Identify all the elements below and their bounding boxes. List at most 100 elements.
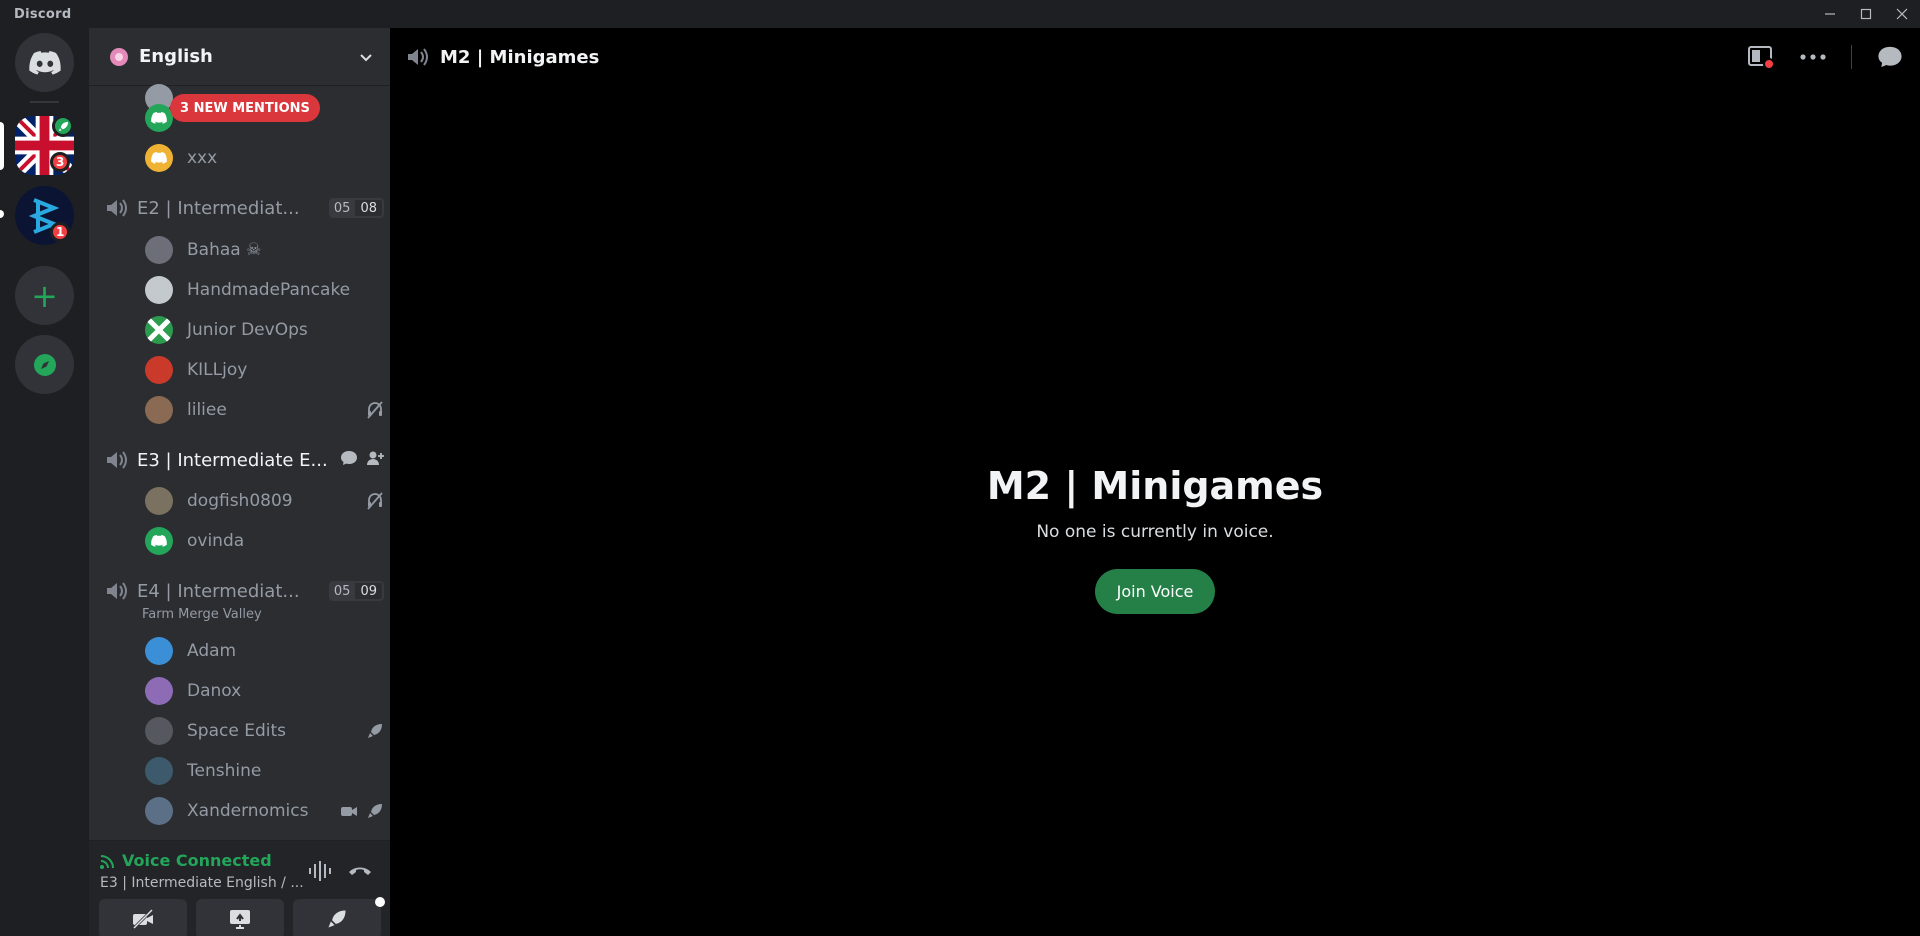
avatar xyxy=(145,717,173,745)
minimize-icon[interactable] xyxy=(1812,0,1848,28)
avatar xyxy=(145,527,173,555)
voice-user[interactable]: ovinda xyxy=(145,523,384,559)
plus-icon: + xyxy=(31,276,58,315)
user-name: Junior DevOps xyxy=(187,320,308,340)
avatar xyxy=(145,757,173,785)
deafened-icon xyxy=(366,492,384,510)
more-options-icon[interactable] xyxy=(1799,53,1827,61)
user-count: 05 08 xyxy=(328,198,384,218)
voice-user[interactable]: Bahaa ☠ xyxy=(145,232,384,268)
voice-user[interactable]: liliee xyxy=(145,392,384,428)
avatar xyxy=(145,276,173,304)
rocket-icon xyxy=(328,910,346,928)
channel-header: M2 | Minigames xyxy=(390,28,1920,86)
user-name: Tenshine xyxy=(187,761,262,781)
voice-user[interactable]: xxx xyxy=(145,140,384,176)
rail-divider xyxy=(30,101,59,103)
speaker-icon xyxy=(107,451,127,469)
channel-name: E3 | Intermediate E... xyxy=(137,449,328,471)
voice-user[interactable]: Adam xyxy=(145,633,384,669)
chevron-down-icon[interactable] xyxy=(358,49,374,65)
speaker-icon xyxy=(107,199,127,217)
voice-user[interactable]: Space Edits xyxy=(145,713,384,749)
boost-badge-icon xyxy=(52,115,74,137)
server-name: English xyxy=(139,46,213,67)
screen-share-icon xyxy=(230,910,250,929)
disconnect-icon[interactable] xyxy=(347,859,373,887)
activity-dot xyxy=(375,897,385,907)
app-name: Discord xyxy=(14,6,72,22)
discord-logo-icon xyxy=(28,50,61,75)
popout-icon[interactable] xyxy=(1747,44,1775,70)
camera-off-button[interactable] xyxy=(99,899,187,936)
rocket-icon xyxy=(366,802,384,820)
video-icon xyxy=(340,802,358,820)
new-mentions-pill[interactable]: 3 NEW MENTIONS xyxy=(170,94,320,122)
activity-button[interactable] xyxy=(293,897,385,936)
noise-suppression-icon[interactable] xyxy=(307,859,333,887)
user-name: dogfish0809 xyxy=(187,491,293,511)
window-controls xyxy=(1812,0,1920,28)
voice-user[interactable]: Junior DevOps xyxy=(145,312,384,348)
main-content: M2 | Minigames M2 | Minigames No one is … xyxy=(390,28,1920,936)
screen-share-button[interactable] xyxy=(196,899,284,936)
user-name: Bahaa ☠ xyxy=(187,240,262,260)
invite-icon[interactable] xyxy=(366,449,384,471)
avatar xyxy=(145,797,173,825)
voice-channel-e2[interactable]: E2 | Intermediat... 05 08 xyxy=(105,191,384,225)
empty-voice-state: M2 | Minigames No one is currently in vo… xyxy=(390,464,1920,614)
deafened-icon xyxy=(366,401,384,419)
user-name: Xandernomics xyxy=(187,801,309,821)
compass-icon xyxy=(33,353,56,376)
maximize-icon[interactable] xyxy=(1848,0,1884,28)
close-icon[interactable] xyxy=(1884,0,1920,28)
avatar xyxy=(145,396,173,424)
voice-user[interactable]: KILLjoy xyxy=(145,352,384,388)
home-button[interactable] xyxy=(15,33,74,92)
user-name: Space Edits xyxy=(187,721,286,741)
voice-channel-path[interactable]: E3 | Intermediate English / ... xyxy=(100,875,304,891)
voice-status[interactable]: Voice Connected xyxy=(99,851,272,870)
header-divider xyxy=(1851,45,1852,69)
unread-indicator xyxy=(0,210,4,218)
voice-channel-e4[interactable]: E4 | Intermediat... 05 09 xyxy=(105,574,384,608)
user-name: ovinda xyxy=(187,531,245,551)
channel-activity: Farm Merge Valley xyxy=(142,607,262,622)
user-count: 05 09 xyxy=(328,581,384,601)
user-name: KILLjoy xyxy=(187,360,248,380)
speaker-icon xyxy=(408,48,428,66)
voice-channel-e3[interactable]: E3 | Intermediate E... xyxy=(105,443,384,477)
server-sv-badge: 1 xyxy=(50,222,71,242)
channel-title: M2 | Minigames xyxy=(440,46,600,68)
avatar xyxy=(145,637,173,665)
voice-connected-panel: Voice Connected E3 | Intermediate Englis… xyxy=(89,840,390,936)
add-server-button[interactable]: + xyxy=(15,266,74,325)
voice-user[interactable]: Tenshine xyxy=(145,753,384,789)
avatar xyxy=(145,316,173,344)
voice-connected-label: Voice Connected xyxy=(122,851,272,870)
camera-off-icon xyxy=(132,909,154,929)
voice-user[interactable]: dogfish0809 xyxy=(145,483,384,519)
voice-user[interactable]: Danox xyxy=(145,673,384,709)
user-name: HandmadePancake xyxy=(187,280,351,300)
avatar xyxy=(145,677,173,705)
signal-icon xyxy=(100,854,114,869)
server-rail: 3 1 + xyxy=(0,28,89,936)
avatar xyxy=(145,104,173,132)
voice-user[interactable]: HandmadePancake xyxy=(145,272,384,308)
avatar xyxy=(145,487,173,515)
selected-indicator xyxy=(0,122,4,170)
discover-button[interactable] xyxy=(15,335,74,394)
server-icon xyxy=(110,47,128,66)
speaker-icon xyxy=(107,582,127,600)
user-name: Adam xyxy=(187,641,237,661)
rocket-icon xyxy=(366,722,384,740)
title-bar: Discord xyxy=(0,0,1920,28)
chat-icon[interactable] xyxy=(340,449,358,471)
chat-icon[interactable] xyxy=(1876,44,1904,70)
join-voice-button[interactable]: Join Voice xyxy=(1094,569,1216,614)
voice-user[interactable]: Xandernomics xyxy=(145,793,384,829)
channel-name: E4 | Intermediat... xyxy=(137,580,300,602)
server-header[interactable]: English xyxy=(89,28,390,86)
empty-state-subtitle: No one is currently in voice. xyxy=(1036,522,1274,542)
